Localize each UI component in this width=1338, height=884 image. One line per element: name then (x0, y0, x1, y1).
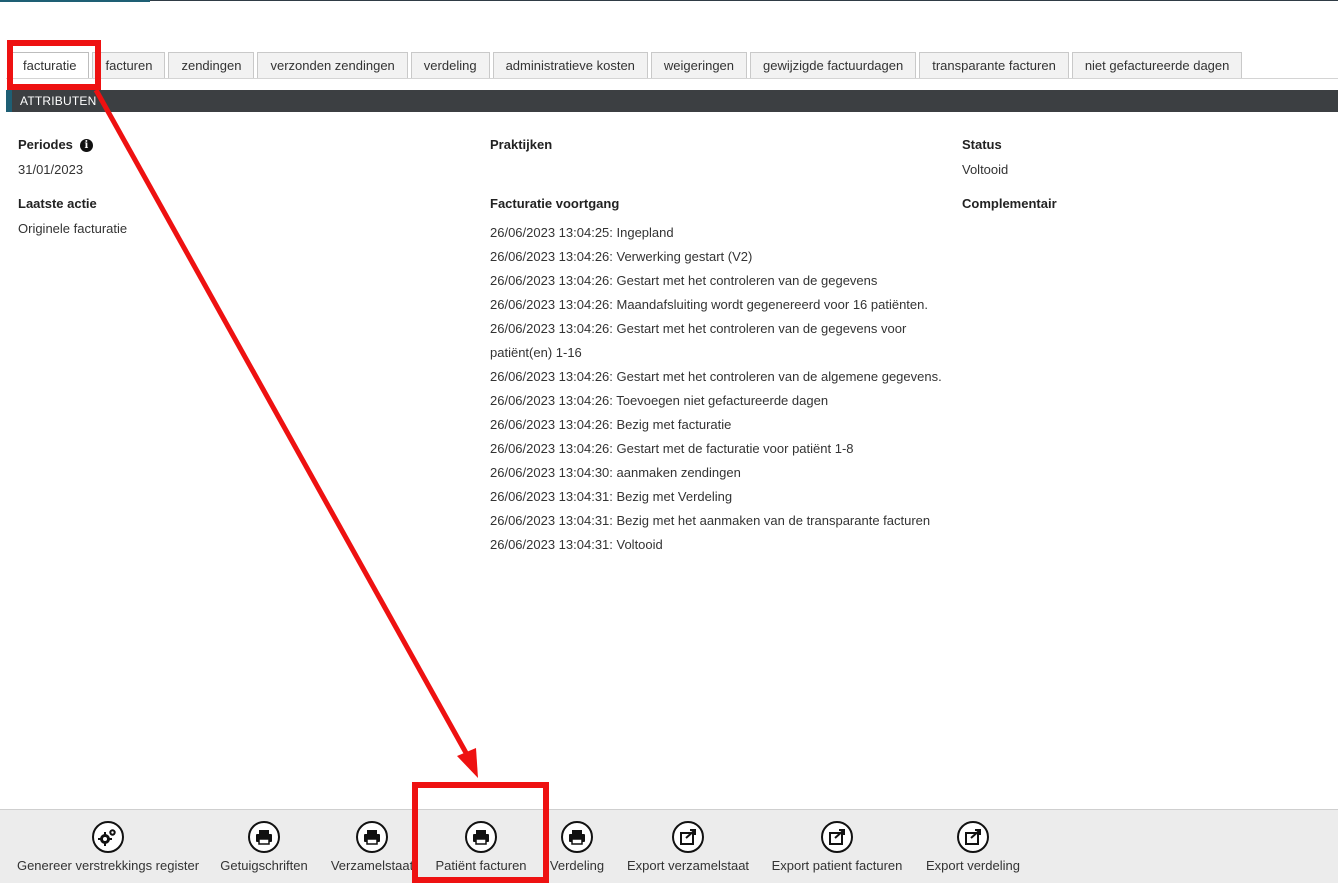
annotation-arrow (93, 88, 478, 778)
